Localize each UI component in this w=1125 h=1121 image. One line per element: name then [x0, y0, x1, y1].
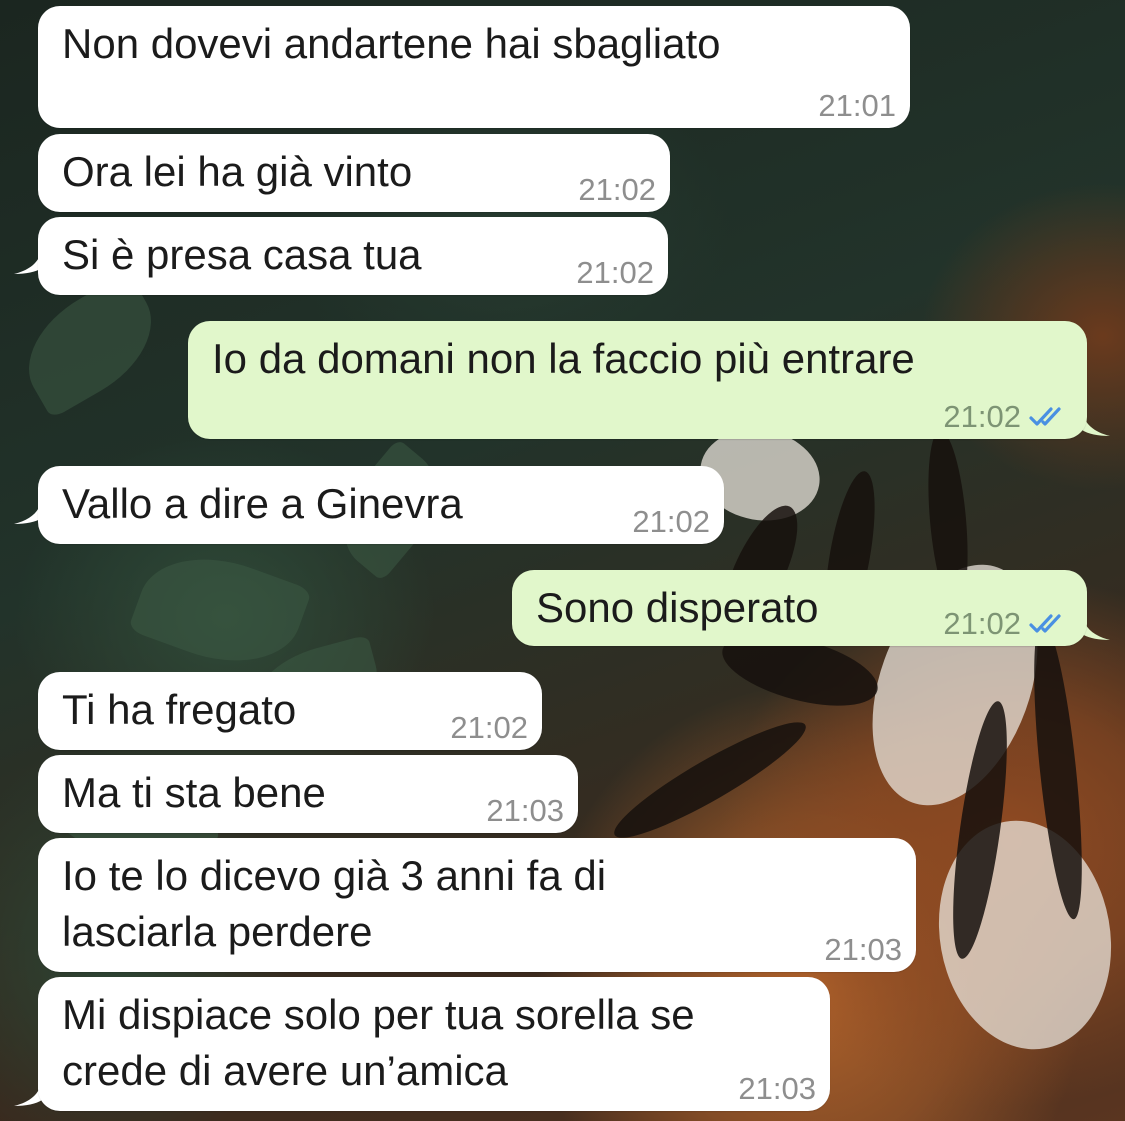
message-timestamp: 21:02 [943, 606, 1021, 641]
message-timestamp: 21:03 [824, 932, 902, 967]
message-incoming[interactable]: Si è presa casa tua 21:02 [38, 217, 668, 295]
message-meta: 21:03 [486, 793, 564, 829]
message-text: Si è presa casa tua [62, 231, 422, 278]
message-text: Mi dispiace solo per tua sorella se cred… [62, 991, 695, 1094]
message-meta: 21:02 [578, 172, 656, 208]
message-meta: 21:02 [943, 606, 1073, 642]
message-timestamp: 21:03 [738, 1071, 816, 1106]
message-text: Vallo a dire a Ginevra [62, 480, 463, 527]
message-incoming[interactable]: Non dovevi andartene hai sbagliato 21:01 [38, 6, 910, 128]
double-check-icon [1029, 407, 1061, 426]
message-meta: 21:02 [632, 504, 710, 540]
message-timestamp: 21:02 [576, 255, 654, 290]
message-list[interactable]: Non dovevi andartene hai sbagliato 21:01… [0, 0, 1125, 1121]
message-incoming[interactable]: Vallo a dire a Ginevra 21:02 [38, 466, 724, 544]
message-incoming[interactable]: Ma ti sta bene 21:03 [38, 755, 578, 833]
message-meta: 21:02 [943, 399, 1073, 435]
message-text: Io da domani non la faccio più entrare [212, 335, 915, 382]
message-meta: 21:03 [738, 1071, 816, 1107]
message-incoming[interactable]: Ora lei ha già vinto 21:02 [38, 134, 670, 212]
message-text: Io te lo dicevo già 3 anni fa di lasciar… [62, 852, 607, 955]
message-meta: 21:01 [818, 88, 896, 124]
message-text: Ora lei ha già vinto [62, 148, 413, 195]
message-meta: 21:03 [824, 932, 902, 968]
message-timestamp: 21:01 [818, 88, 896, 123]
message-timestamp: 21:02 [943, 399, 1021, 434]
message-timestamp: 21:02 [450, 710, 528, 745]
message-incoming[interactable]: Ti ha fregato 21:02 [38, 672, 542, 750]
message-text: Non dovevi andartene hai sbagliato [62, 20, 721, 67]
message-timestamp: 21:03 [486, 793, 564, 828]
message-timestamp: 21:02 [632, 504, 710, 539]
message-meta: 21:02 [576, 255, 654, 291]
message-outgoing[interactable]: Sono disperato 21:02 [512, 570, 1087, 646]
message-incoming[interactable]: Mi dispiace solo per tua sorella se cred… [38, 977, 830, 1111]
message-incoming[interactable]: Io te lo dicevo già 3 anni fa di lasciar… [38, 838, 916, 972]
message-outgoing[interactable]: Io da domani non la faccio più entrare 2… [188, 321, 1087, 439]
double-check-icon [1029, 614, 1061, 633]
message-meta: 21:02 [450, 710, 528, 746]
message-timestamp: 21:02 [578, 172, 656, 207]
